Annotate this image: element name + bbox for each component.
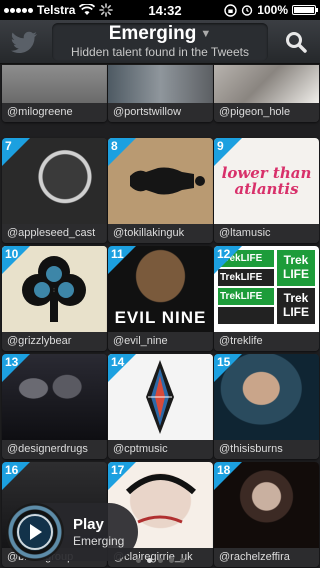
album-artwork-text: LIFE bbox=[283, 267, 309, 281]
artist-tile[interactable]: 7 @appleseed_cast bbox=[2, 138, 107, 243]
rank-number: 14 bbox=[111, 355, 125, 369]
artist-tile[interactable]: 8 @tokillakinguk bbox=[108, 138, 213, 243]
artist-tile[interactable]: 13 @designerdrugs bbox=[2, 354, 107, 459]
twitter-bird-icon bbox=[10, 31, 37, 53]
artist-handle: @ltamusic bbox=[214, 224, 319, 243]
artist-handle: @evil_nine bbox=[108, 332, 213, 351]
artist-handle: @designerdrugs bbox=[2, 440, 107, 459]
album-artwork-text: EVIL NINE bbox=[114, 308, 207, 327]
artist-tile[interactable]: 15 @thisisburns bbox=[214, 354, 319, 459]
album-artwork-text: Trek bbox=[283, 291, 309, 305]
album-artwork-text: Trek bbox=[283, 253, 309, 267]
rank-number: 18 bbox=[217, 463, 231, 477]
artist-tile[interactable]: 10 @grizzlybear bbox=[2, 246, 107, 351]
page-title: Emerging ▼ bbox=[108, 22, 212, 44]
artist-tile[interactable]: @milogreene bbox=[2, 65, 107, 122]
play-button[interactable]: Play Emerging bbox=[6, 503, 138, 561]
rank-number: 15 bbox=[217, 355, 231, 369]
battery-percent: 100% bbox=[257, 3, 288, 17]
artist-handle: @grizzlybear bbox=[2, 332, 107, 351]
album-artwork-text: LIFE bbox=[283, 305, 309, 319]
rank-number: 17 bbox=[111, 463, 125, 477]
artist-handle: @milogreene bbox=[2, 103, 107, 122]
page-dot[interactable] bbox=[157, 558, 163, 563]
list-selector[interactable]: Emerging ▼ Hidden talent found in the Twe… bbox=[52, 22, 268, 61]
rank-number: 9 bbox=[217, 139, 224, 153]
search-icon bbox=[286, 31, 307, 53]
carrier-name: Telstra bbox=[37, 3, 76, 17]
page-dot[interactable] bbox=[135, 558, 141, 563]
rank-number: 12 bbox=[217, 247, 231, 261]
artist-handle: @tokillakinguk bbox=[108, 224, 213, 243]
search-button[interactable] bbox=[272, 20, 320, 64]
rank-number: 16 bbox=[5, 463, 19, 477]
rank-number: 13 bbox=[5, 355, 19, 369]
rotation-lock-icon bbox=[224, 3, 237, 17]
artist-tile[interactable]: lower than atlantis 9 @ltamusic bbox=[214, 138, 319, 243]
chevron-down-icon: ▼ bbox=[200, 27, 212, 40]
play-sublabel: Emerging bbox=[73, 534, 125, 548]
status-time: 14:32 bbox=[148, 2, 182, 18]
play-label: Play bbox=[73, 516, 104, 533]
signal-strength-icon bbox=[4, 7, 33, 13]
artist-handle: @treklife bbox=[214, 332, 319, 351]
artist-image bbox=[108, 65, 213, 103]
artist-image bbox=[214, 65, 319, 103]
page-dot[interactable] bbox=[146, 558, 152, 563]
activity-spinner-icon bbox=[99, 3, 114, 17]
artist-tile[interactable]: EVIL NINE 11 @evil_nine bbox=[108, 246, 213, 351]
artist-image bbox=[2, 65, 107, 103]
play-icon bbox=[30, 524, 42, 540]
artist-handle: @appleseed_cast bbox=[2, 224, 107, 243]
navigation-header: Emerging ▼ Hidden talent found in the Twe… bbox=[0, 20, 320, 64]
album-artwork-text: TrekLIFE bbox=[218, 288, 274, 305]
artist-handle: @cptmusic bbox=[108, 440, 213, 459]
artist-tile[interactable]: 18 @rachelzeffira bbox=[214, 462, 319, 567]
artist-handle: @portstwillow bbox=[108, 103, 213, 122]
artist-tile[interactable]: @pigeon_hole bbox=[214, 65, 319, 122]
album-artwork-text: lower than atlantis bbox=[221, 164, 312, 198]
battery-icon bbox=[292, 5, 318, 15]
rank-number: 7 bbox=[5, 139, 12, 153]
rank-number: 10 bbox=[5, 247, 19, 261]
rank-number: 11 bbox=[111, 247, 124, 261]
alarm-icon bbox=[242, 5, 253, 16]
artist-grid[interactable]: @milogreene @portstwillow @pigeon_hole 7… bbox=[0, 65, 320, 568]
twitter-button[interactable] bbox=[0, 20, 48, 64]
vinyl-disc-icon bbox=[6, 503, 64, 561]
status-bar: Telstra 14:32 100% bbox=[0, 0, 320, 20]
artist-handle: @thisisburns bbox=[214, 440, 319, 459]
page-subtitle: Hidden talent found in the Tweets bbox=[71, 44, 249, 59]
page-dot[interactable] bbox=[168, 558, 174, 563]
rank-number: 8 bbox=[111, 139, 118, 153]
page-dot[interactable] bbox=[179, 558, 185, 563]
artist-tile[interactable]: TrekLIFE TrekLIFE TrekLIFE Trek LIFE Trek… bbox=[214, 246, 319, 351]
artist-tile[interactable]: 14 @cptmusic bbox=[108, 354, 213, 459]
artist-handle: @pigeon_hole bbox=[214, 103, 319, 122]
page-indicator[interactable] bbox=[0, 558, 320, 563]
artist-tile[interactable]: @portstwillow bbox=[108, 65, 213, 122]
wifi-icon bbox=[79, 4, 96, 15]
